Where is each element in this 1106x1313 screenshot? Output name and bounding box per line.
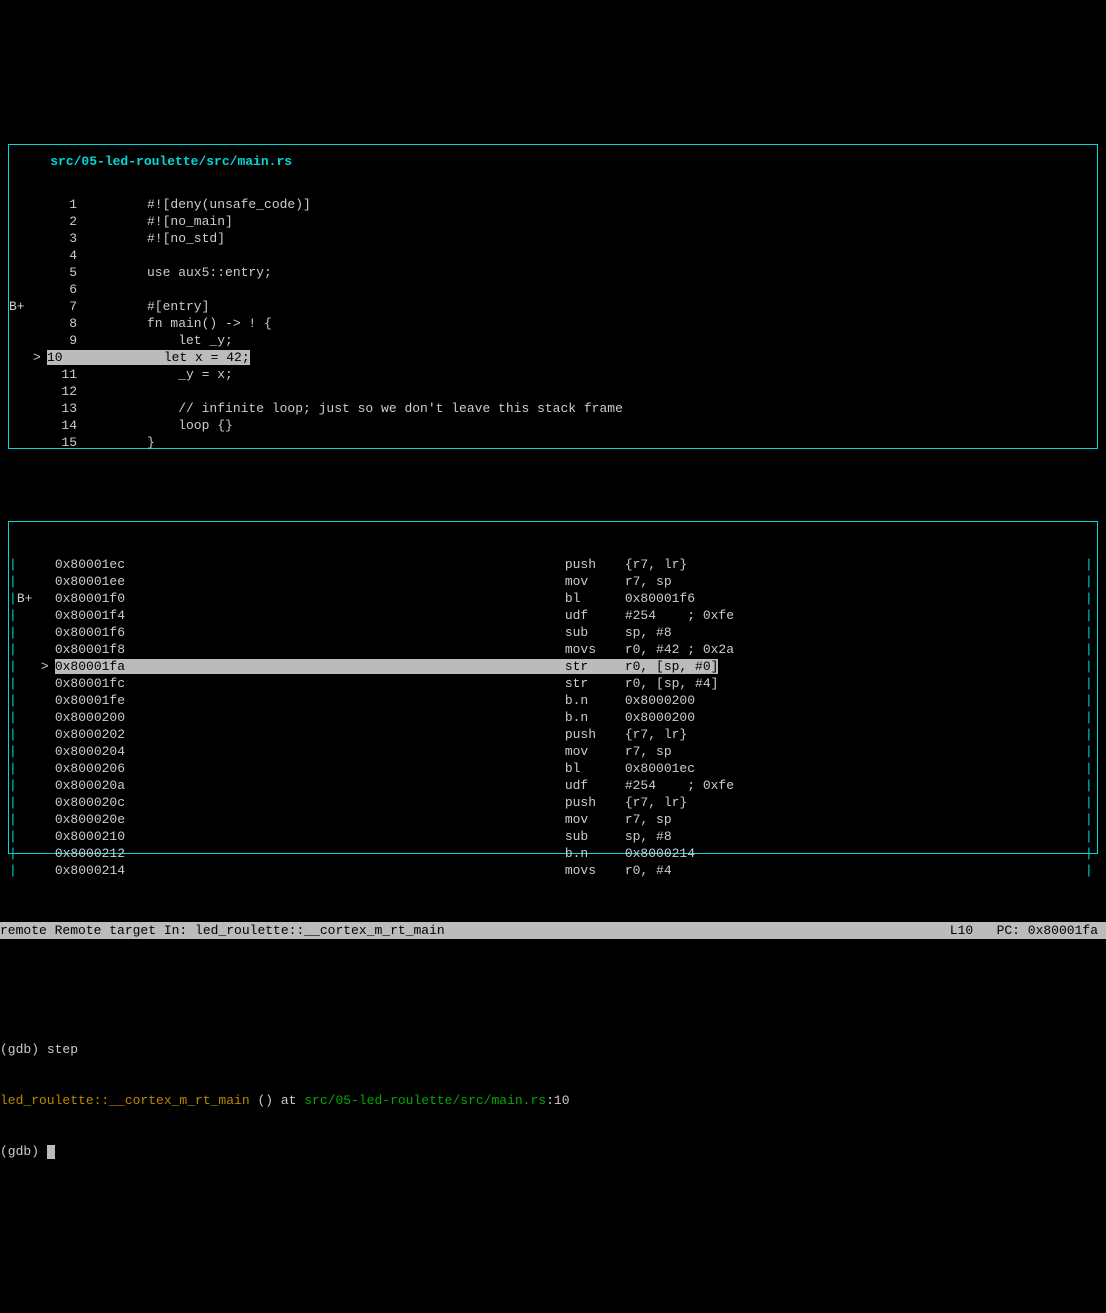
source-line: >10 let x = 42; bbox=[9, 349, 1097, 366]
source-line: 15} bbox=[9, 434, 1097, 451]
asm-line: | 0x8000206bl0x80001ec | bbox=[9, 760, 1097, 777]
output-file: src/05-led-roulette/src/main.rs bbox=[304, 1093, 546, 1108]
status-left: remote Remote target In: led_roulette::_… bbox=[0, 922, 950, 939]
source-line: 9 let _y; bbox=[9, 332, 1097, 349]
status-bar: remote Remote target In: led_roulette::_… bbox=[0, 922, 1106, 939]
status-right: L10 PC: 0x80001fa bbox=[950, 922, 1106, 939]
asm-line: | 0x800020cpush{r7, lr}| bbox=[9, 794, 1097, 811]
output-mid: () at bbox=[250, 1093, 305, 1108]
gdb-console[interactable]: (gdb) step led_roulette::__cortex_m_rt_m… bbox=[0, 1007, 1106, 1194]
asm-line: |B+ 0x80001f0bl0x80001f6 | bbox=[9, 590, 1097, 607]
source-pane[interactable]: src/05-led-roulette/src/main.rs 1#![deny… bbox=[8, 144, 1098, 449]
asm-line: | 0x80001eemovr7, sp| bbox=[9, 573, 1097, 590]
source-title: src/05-led-roulette/src/main.rs bbox=[48, 153, 294, 170]
source-line: 4 bbox=[9, 247, 1097, 264]
output-suffix: :10 bbox=[546, 1093, 569, 1108]
asm-line: | 0x8000210subsp, #8| bbox=[9, 828, 1097, 845]
source-line: 2#![no_main] bbox=[9, 213, 1097, 230]
source-line: 1#![deny(unsafe_code)] bbox=[9, 196, 1097, 213]
asm-line: | 0x80001ecpush{r7, lr}| bbox=[9, 556, 1097, 573]
asm-line: | 0x8000204movr7, sp| bbox=[9, 743, 1097, 760]
gdb-prompt: (gdb) bbox=[0, 1042, 47, 1057]
output-func: led_roulette::__cortex_m_rt_main bbox=[0, 1093, 250, 1108]
source-line: 8fn main() -> ! { bbox=[9, 315, 1097, 332]
gdb-prompt: (gdb) bbox=[0, 1144, 47, 1159]
console-line: (gdb) step bbox=[0, 1041, 1106, 1058]
asm-line: | 0x800020emovr7, sp| bbox=[9, 811, 1097, 828]
console-line: led_roulette::__cortex_m_rt_main () at s… bbox=[0, 1092, 1106, 1109]
asm-line: | 0x80001f4udf#254 ; 0xfe| bbox=[9, 607, 1097, 624]
asm-line: | 0x800020audf#254 ; 0xfe| bbox=[9, 777, 1097, 794]
disassembly-pane[interactable]: | 0x80001ecpush{r7, lr}|| 0x80001eemovr7… bbox=[8, 521, 1098, 854]
console-line: (gdb) bbox=[0, 1143, 1106, 1160]
asm-line: | 0x8000214movsr0, #4| bbox=[9, 862, 1097, 879]
source-line: 5use aux5::entry; bbox=[9, 264, 1097, 281]
asm-line: | 0x8000202push{r7, lr}| bbox=[9, 726, 1097, 743]
source-line: 6 bbox=[9, 281, 1097, 298]
source-line: 14 loop {} bbox=[9, 417, 1097, 434]
asm-line: | 0x8000212b.n0x8000214 | bbox=[9, 845, 1097, 862]
source-line: 11 _y = x; bbox=[9, 366, 1097, 383]
gdb-tui: src/05-led-roulette/src/main.rs 1#![deny… bbox=[0, 68, 1106, 1228]
source-line: 13 // infinite loop; just so we don't le… bbox=[9, 400, 1097, 417]
source-line: B+ 7#[entry] bbox=[9, 298, 1097, 315]
cursor bbox=[47, 1145, 55, 1159]
asm-line: | 0x80001f6subsp, #8| bbox=[9, 624, 1097, 641]
source-line: 3#![no_std] bbox=[9, 230, 1097, 247]
asm-line: | 0x8000200b.n0x8000200 | bbox=[9, 709, 1097, 726]
source-line: 12 bbox=[9, 383, 1097, 400]
gdb-command: step bbox=[47, 1042, 78, 1057]
asm-line: | 0x80001f8movsr0, #42 ; 0x2a| bbox=[9, 641, 1097, 658]
asm-line: |>0x80001fastrr0, [sp, #0]| bbox=[9, 658, 1097, 675]
asm-line: | 0x80001fcstrr0, [sp, #4]| bbox=[9, 675, 1097, 692]
asm-line: | 0x80001feb.n0x8000200 | bbox=[9, 692, 1097, 709]
